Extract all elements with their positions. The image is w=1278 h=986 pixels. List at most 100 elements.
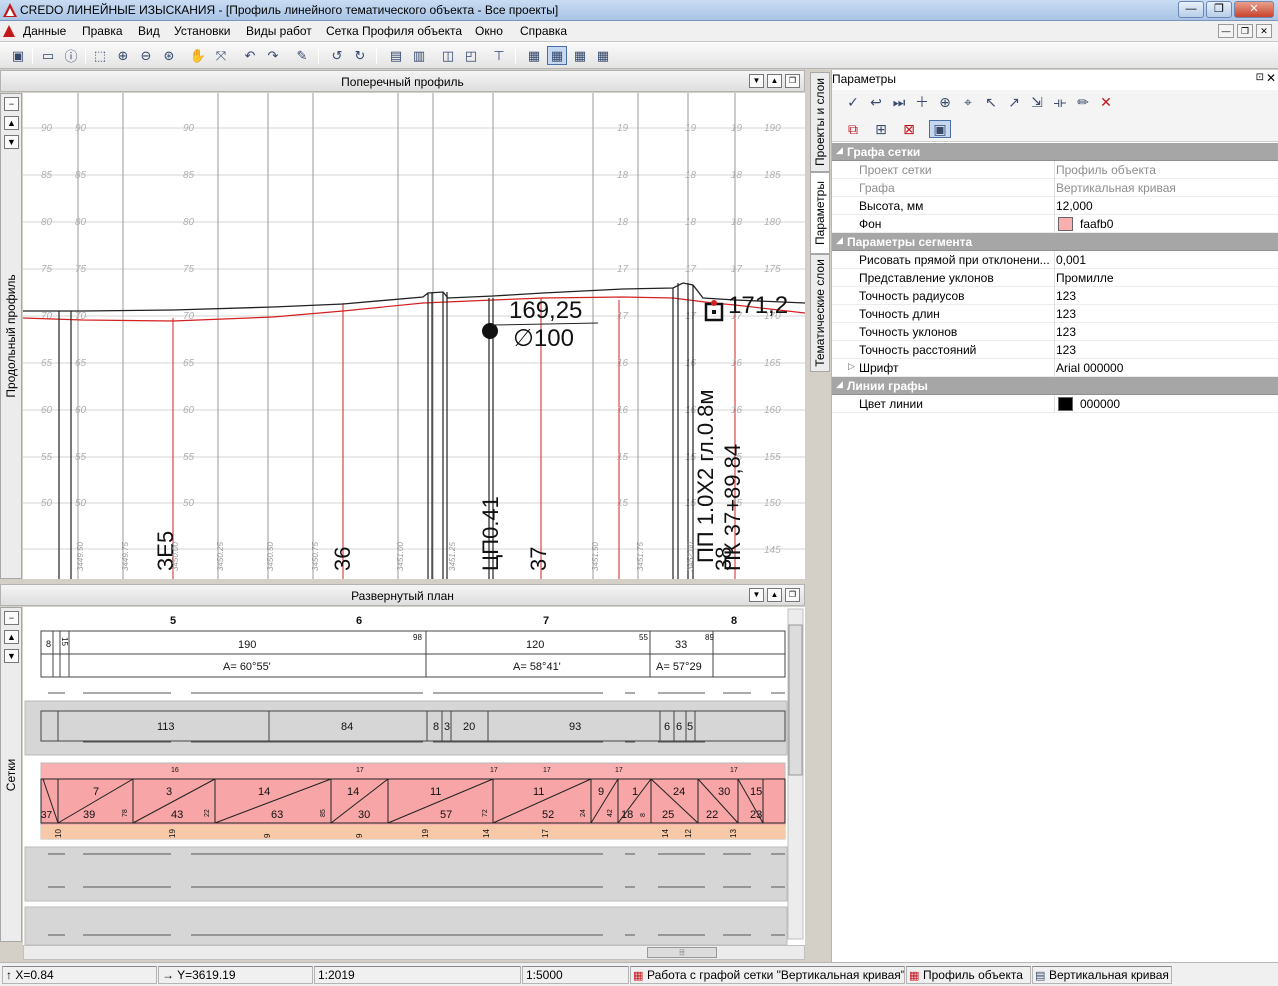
menu-edit[interactable]: Правка (82, 24, 123, 38)
row-radius-precision[interactable]: Точность радиусов 123 (832, 287, 1278, 305)
side-minus-button[interactable]: − (4, 97, 19, 111)
tab-parameters[interactable]: Параметры (810, 172, 830, 254)
next-icon[interactable]: ⏭ (890, 93, 908, 111)
row-slope-representation[interactable]: Представление уклонов Промилле (832, 269, 1278, 287)
mdi-close-button[interactable]: ✕ (1256, 24, 1272, 38)
document-icon[interactable] (2, 24, 16, 38)
vc-foot-1: 10 (54, 829, 63, 838)
add-point-icon[interactable]: ＋ (913, 93, 931, 111)
menu-window[interactable]: Окно (475, 24, 503, 38)
zoom-out-icon[interactable]: ⊖ (136, 46, 156, 65)
row-distance-precision[interactable]: Точность расстояний 123 (832, 341, 1278, 359)
plan-up-button[interactable]: ▲ (767, 588, 782, 602)
profile2-icon[interactable]: ◰ (461, 46, 481, 65)
tab-thematic-layers[interactable]: Тематические слои (810, 254, 830, 372)
tab-projects-layers[interactable]: Проекты и слои (810, 72, 830, 172)
row-line-color[interactable]: Цвет линии 000000 (832, 395, 1278, 413)
grid-properties-icon[interactable]: ▣ (929, 120, 951, 138)
info-icon[interactable]: ⓘ (61, 46, 81, 65)
menu-work-types[interactable]: Виды работ (246, 24, 312, 38)
side-down-button[interactable]: ▼ (4, 135, 19, 149)
pan-icon[interactable]: ✋ (188, 46, 208, 65)
panel-restore-button[interactable]: ❐ (785, 74, 800, 88)
station-label-10: 3451.75 (636, 542, 645, 571)
redo-icon[interactable]: ↻ (350, 46, 370, 65)
row-draw-straight[interactable]: Рисовать прямой при отклонени... 0,001 (832, 251, 1278, 269)
plan-header: Развернутый план ▼ ▲ ❐ (0, 584, 805, 606)
grid-pn-icon[interactable]: ▦ (547, 46, 567, 65)
zoom-all-icon[interactable]: ⊛ (159, 46, 179, 65)
section-column-lines[interactable]: ◢ Линии графы (832, 377, 1278, 395)
select-add-icon[interactable]: ↗ (1005, 93, 1023, 111)
zoom-in-icon[interactable]: ⊕ (113, 46, 133, 65)
row-slope-precision[interactable]: Точность уклонов 123 (832, 323, 1278, 341)
vc-mark-3: 17 (490, 767, 498, 774)
undo-edit-icon[interactable]: ↩ (867, 93, 885, 111)
fit-icon[interactable]: ⤧ (211, 46, 231, 65)
plan-canvas[interactable]: 5 6 7 8 8 15 190 98 120 55 33 89 A= 60°5… (23, 607, 805, 945)
chart-icon[interactable]: ▥ (409, 46, 429, 65)
menu-settings[interactable]: Установки (174, 24, 230, 38)
pencil-icon[interactable]: ✏ (1074, 93, 1092, 111)
seg-val-93: 93 (569, 721, 581, 733)
plan-hscroll-thumb[interactable]: ⦙⦙⦙ (647, 947, 717, 958)
menu-data[interactable]: Данные (23, 24, 66, 38)
plan-restore-button[interactable]: ❐ (785, 588, 800, 602)
plan-hscroll[interactable]: ⦙⦙⦙ (23, 945, 805, 960)
cross-section-canvas[interactable]: 90 85 80 75 70 65 60 55 50 90 85 80 75 70 65 60 55 50 90… (23, 93, 805, 579)
longitudinal-profile-tab[interactable]: Продольный профиль (0, 93, 22, 579)
row-font[interactable]: ▷ Шрифт Arial 000000 (832, 359, 1278, 377)
row-height[interactable]: Высота, мм 12,000 (832, 197, 1278, 215)
remove-layer-icon[interactable]: ⊠ (900, 120, 918, 138)
menu-grid[interactable]: Сетка Профиля объекта (326, 24, 462, 38)
plan-side-down-button[interactable]: ▼ (4, 649, 19, 663)
svg-text:55: 55 (183, 452, 195, 463)
background-color-swatch[interactable] (1058, 217, 1073, 231)
panel-up-button[interactable]: ▲ (767, 74, 782, 88)
undo-icon[interactable]: ↺ (327, 46, 347, 65)
plan-side-minus-button[interactable]: − (4, 611, 19, 625)
target-icon[interactable]: ⊕ (936, 93, 954, 111)
grid-pr-icon[interactable]: ▦ (593, 46, 613, 65)
new-grid-icon[interactable]: ⊞ (872, 120, 890, 138)
line-color-swatch[interactable] (1058, 397, 1073, 411)
apply-icon[interactable]: ✓ (844, 93, 862, 111)
grid-ph-icon[interactable]: ▦ (524, 46, 544, 65)
zoom-next-icon[interactable]: ↷ (263, 46, 283, 65)
mdi-restore-button[interactable]: ❐ (1237, 24, 1253, 38)
vc-bot-6: 57 (440, 809, 452, 821)
brush-icon[interactable]: ✎ (292, 46, 312, 65)
panel-down-button[interactable]: ▼ (749, 74, 764, 88)
minimize-button[interactable]: — (1178, 1, 1204, 18)
pin-icon[interactable]: ⊡ (1256, 72, 1264, 83)
properties-close-button[interactable]: ✕ (1266, 71, 1276, 85)
side-up-button[interactable]: ▲ (4, 116, 19, 130)
measure-icon[interactable]: ⟛ (1051, 93, 1069, 111)
zoom-prev-icon[interactable]: ↶ (240, 46, 260, 65)
mdi-minimize-button[interactable]: — (1218, 24, 1234, 38)
vc-top-1: 7 (93, 786, 99, 798)
profile-icon[interactable]: ◫ (438, 46, 458, 65)
row-background[interactable]: Фон faafb0 (832, 215, 1278, 233)
menu-help[interactable]: Справка (520, 24, 567, 38)
delete-icon[interactable]: ✕ (1097, 93, 1115, 111)
grid-pg-icon[interactable]: ▦ (570, 46, 590, 65)
add-layer-icon[interactable]: ⧉ (844, 120, 862, 138)
crosshair-icon[interactable]: ⌖ (959, 93, 977, 111)
row-length-precision[interactable]: Точность длин 123 (832, 305, 1278, 323)
svg-text:18: 18 (617, 217, 629, 228)
zoom-box-icon[interactable]: ⬚ (90, 46, 110, 65)
align-icon[interactable]: ⇲ (1028, 93, 1046, 111)
menu-view[interactable]: Вид (138, 24, 160, 38)
plan-side-up-button[interactable]: ▲ (4, 630, 19, 644)
select-icon[interactable]: ↖ (982, 93, 1000, 111)
section-grid-column[interactable]: ◢ Графа сетки (832, 143, 1278, 161)
window-icon[interactable]: ▭ (38, 46, 58, 65)
section-segment-params[interactable]: ◢ Параметры сегмента (832, 233, 1278, 251)
maximize-button[interactable]: ❐ (1206, 1, 1232, 18)
close-button[interactable]: ✕ (1234, 1, 1274, 18)
insert-icon[interactable]: ⊤ (489, 46, 509, 65)
table-icon[interactable]: ▤ (386, 46, 406, 65)
layers-icon[interactable]: ▣ (8, 46, 28, 65)
plan-down-button[interactable]: ▼ (749, 588, 764, 602)
